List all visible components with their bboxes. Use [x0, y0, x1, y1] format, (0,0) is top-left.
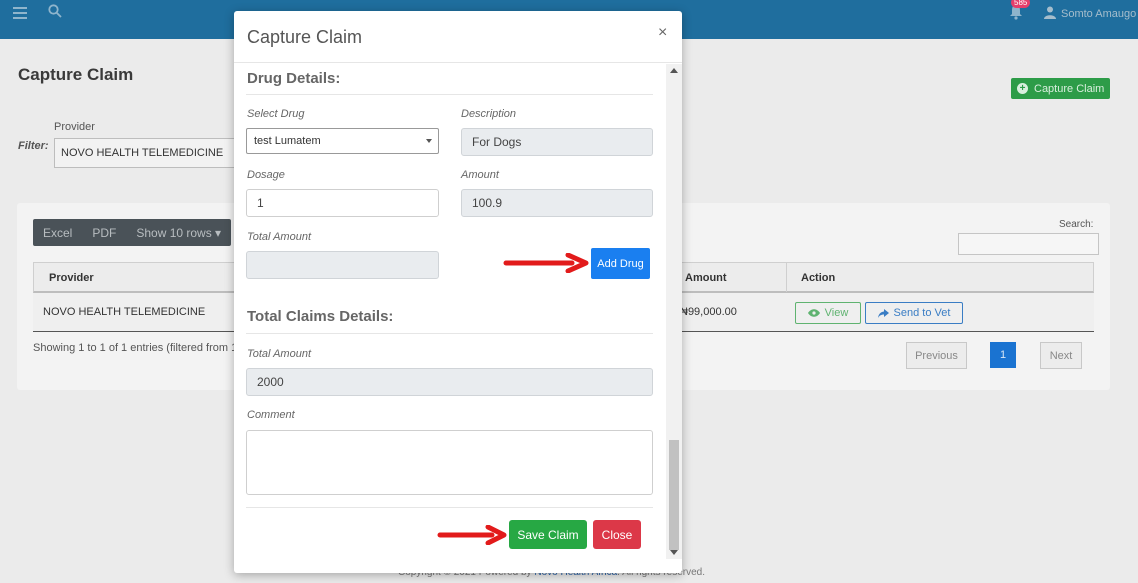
red-arrow-icon — [503, 253, 589, 273]
total-amount-label: Total Amount — [247, 231, 312, 243]
amount-label: Amount — [461, 169, 499, 181]
hamburger-menu-icon[interactable] — [13, 7, 27, 19]
claims-total-amount-field: 2000 — [246, 368, 653, 396]
column-header-provider[interactable]: Provider — [49, 272, 94, 284]
modal-body: Drug Details: Select Drug test Lumatem D… — [234, 64, 666, 573]
dosage-input[interactable]: 1 — [246, 189, 439, 217]
send-to-vet-button[interactable]: Send to Vet — [865, 302, 963, 324]
scroll-up-icon[interactable] — [670, 68, 678, 73]
scroll-thumb[interactable] — [669, 440, 679, 550]
pagination-previous[interactable]: Previous — [906, 342, 967, 369]
provider-select[interactable]: NOVO HEALTH TELEMEDICINE — [54, 138, 244, 168]
total-claims-heading: Total Claims Details: — [247, 308, 394, 325]
pdf-button[interactable]: PDF — [82, 226, 126, 240]
modal-header: Capture Claim × — [234, 11, 682, 63]
notification-badge: 585 — [1011, 0, 1031, 8]
add-drug-button[interactable]: Add Drug — [591, 248, 650, 279]
table-info: Showing 1 to 1 of 1 entries (filtered fr… — [33, 342, 238, 354]
column-header-amount[interactable]: Amount — [685, 272, 727, 284]
pagination-page-1[interactable]: 1 — [990, 342, 1016, 368]
excel-button[interactable]: Excel — [33, 226, 82, 240]
modal-footer-divider — [246, 507, 653, 508]
amount-field: 100.9 — [461, 189, 653, 217]
share-arrow-icon — [877, 308, 889, 318]
capture-claim-modal: Capture Claim × Drug Details: Select Dru… — [234, 11, 682, 573]
description-field: For Dogs — [461, 128, 653, 156]
red-arrow-icon — [437, 525, 507, 545]
modal-scrollbar[interactable] — [666, 64, 682, 559]
capture-claim-label: Capture Claim — [1034, 82, 1105, 95]
export-toolbar: Excel PDF Show 10 rows ▾ — [33, 219, 232, 246]
claims-total-amount-label: Total Amount — [247, 348, 312, 360]
provider-label: Provider — [54, 121, 95, 133]
cell-provider: NOVO HEALTH TELEMEDICINE — [43, 306, 206, 318]
cell-amount: ₦99,000.00 — [680, 306, 737, 318]
user-icon[interactable] — [1044, 6, 1056, 19]
pagination-next[interactable]: Next — [1040, 342, 1082, 369]
caret-down-icon — [426, 139, 432, 143]
plus-circle-icon: + — [1017, 83, 1028, 94]
modal-title: Capture Claim — [247, 27, 363, 47]
drug-details-heading: Drug Details: — [247, 70, 341, 87]
capture-claim-button[interactable]: + Capture Claim — [1011, 78, 1110, 99]
comment-label: Comment — [247, 409, 295, 421]
page-title: Capture Claim — [18, 65, 134, 84]
close-button[interactable]: Close — [593, 520, 641, 549]
search-label: Search: — [1059, 219, 1094, 230]
search-icon[interactable] — [48, 4, 62, 18]
select-drug-label: Select Drug — [247, 108, 305, 120]
dosage-label: Dosage — [247, 169, 285, 181]
comment-textarea[interactable] — [246, 430, 653, 495]
save-claim-button[interactable]: Save Claim — [509, 520, 587, 549]
select-drug-dropdown[interactable]: test Lumatem — [246, 128, 439, 154]
select-drug-value: test Lumatem — [254, 135, 321, 147]
user-name[interactable]: Somto Amaugo — [1061, 8, 1136, 20]
eye-icon — [807, 309, 820, 317]
view-label: View — [824, 307, 849, 319]
view-button[interactable]: View — [795, 302, 861, 324]
filter-label: Filter: — [18, 140, 49, 152]
send-to-vet-label: Send to Vet — [893, 307, 951, 319]
show-rows-label: Show 10 rows — [136, 225, 212, 240]
description-label: Description — [461, 108, 517, 120]
scroll-down-icon[interactable] — [670, 550, 678, 555]
close-icon[interactable]: × — [658, 24, 667, 42]
search-input[interactable] — [958, 233, 1099, 255]
total-amount-field — [246, 251, 439, 279]
column-header-action: Action — [801, 272, 836, 284]
show-rows-button[interactable]: Show 10 rows ▾ — [126, 226, 231, 240]
